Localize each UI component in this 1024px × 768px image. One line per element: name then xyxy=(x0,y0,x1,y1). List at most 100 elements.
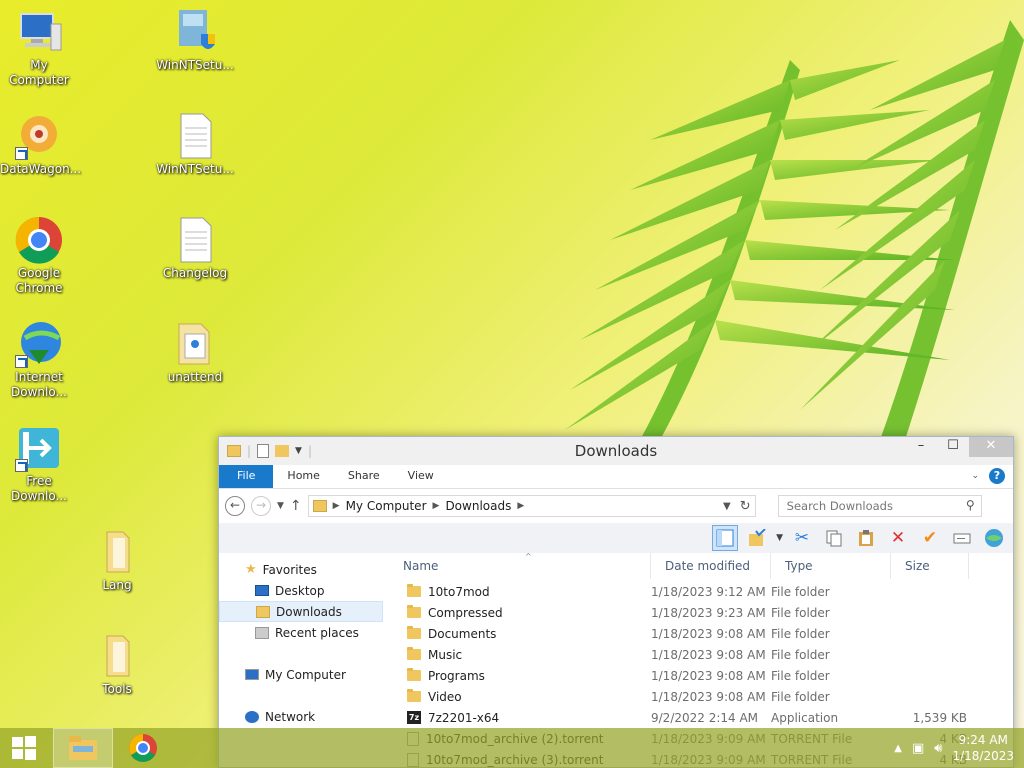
taskbar-chrome[interactable] xyxy=(113,728,173,768)
volume-icon[interactable]: 🔊︎ xyxy=(934,741,942,756)
desktop-icon-winntsetup-exe[interactable]: WinNTSetu... xyxy=(156,8,234,73)
folder-app-icon[interactable] xyxy=(227,445,241,457)
command-toolbar: ▼ ✂ ✕ ✔ xyxy=(219,523,1013,553)
tab-share[interactable]: Share xyxy=(334,465,394,488)
computer-icon xyxy=(15,8,63,56)
expand-ribbon-icon[interactable]: ⌄ xyxy=(971,471,979,481)
file-type: File folder xyxy=(771,605,830,620)
desktop-icon-label: WinNTSetu... xyxy=(156,58,234,72)
file-row[interactable]: Programs 1/18/2023 9:08 AM File folder xyxy=(389,665,1013,686)
file-row[interactable]: Documents 1/18/2023 9:08 AM File folder xyxy=(389,623,1013,644)
folder-icon xyxy=(93,632,141,680)
nav-desktop[interactable]: Desktop xyxy=(219,580,389,601)
file-row[interactable]: Compressed 1/18/2023 9:23 AM File folder xyxy=(389,602,1013,623)
address-bar[interactable]: ▶ My Computer ▶ Downloads ▶ ▼ ↻ xyxy=(307,495,756,517)
network-tray-icon[interactable]: ▣ xyxy=(912,741,924,756)
minimize-button[interactable]: – xyxy=(905,437,937,457)
file-type: File folder xyxy=(771,689,830,704)
up-button[interactable]: ↑ xyxy=(290,498,302,514)
breadcrumb-separator[interactable]: ▶ xyxy=(433,501,440,511)
desktop-icon-unattend[interactable]: unattend xyxy=(156,320,234,385)
globe-button[interactable] xyxy=(981,525,1007,551)
paste-button[interactable] xyxy=(853,525,879,551)
file-date: 1/18/2023 9:08 AM xyxy=(651,689,766,704)
desktop-icon-changelog[interactable]: Changelog xyxy=(156,216,234,281)
desktop-icon-label: Google Chrome xyxy=(15,266,63,295)
new-folder-icon[interactable] xyxy=(275,445,290,457)
file-row[interactable]: Video 1/18/2023 9:08 AM File folder xyxy=(389,686,1013,707)
nav-my-computer[interactable]: My Computer xyxy=(219,664,389,685)
file-date: 9/2/2022 2:14 AM xyxy=(651,710,759,725)
quick-access-toolbar: | ▼ | xyxy=(219,444,312,458)
delete-button[interactable]: ✕ xyxy=(885,525,911,551)
desktop-icon-label: Tools xyxy=(102,682,132,696)
folder-icon xyxy=(407,689,421,702)
nav-network[interactable]: Network xyxy=(219,706,389,727)
recent-locations-icon[interactable]: ▼ xyxy=(277,501,284,511)
nav-recent-places[interactable]: Recent places xyxy=(219,622,389,643)
start-button[interactable] xyxy=(0,728,48,768)
copy-button[interactable] xyxy=(821,525,847,551)
clock[interactable]: 9:24 AM 1/18/2023 xyxy=(952,732,1014,764)
breadcrumb-separator[interactable]: ▶ xyxy=(517,501,524,511)
file-type: File folder xyxy=(771,668,830,683)
breadcrumb-separator[interactable]: ▶ xyxy=(333,501,340,511)
file-type: Application xyxy=(771,710,839,725)
column-header-date[interactable]: Date modified xyxy=(651,553,771,579)
show-hidden-icons[interactable]: ▲ xyxy=(894,743,902,754)
desktop-icon-free-download-manager[interactable]: Free Downlo... xyxy=(0,424,78,504)
properties-icon[interactable] xyxy=(257,444,270,458)
search-icon[interactable]: ⚲ xyxy=(966,498,975,512)
tab-file[interactable]: File xyxy=(219,465,274,488)
column-header-name[interactable]: Name ^ xyxy=(389,552,651,579)
file-row[interactable]: 7z 7z2201-x64 9/2/2022 2:14 AM Application 1… xyxy=(389,707,1013,728)
nav-favorites[interactable]: ★ Favorites xyxy=(219,559,389,580)
file-name: 10to7mod xyxy=(428,584,490,599)
search-input[interactable]: Search Downloads ⚲ xyxy=(777,495,982,517)
maximize-button[interactable]: ☐ xyxy=(937,437,969,457)
nav-downloads[interactable]: Downloads xyxy=(219,601,383,622)
column-header-size[interactable]: Size xyxy=(891,553,969,579)
column-header-type[interactable]: Type xyxy=(771,553,891,579)
file-row[interactable]: 10to7mod 1/18/2023 9:12 AM File folder xyxy=(389,581,1013,602)
desktop-folder-icon xyxy=(255,585,269,596)
cut-button[interactable]: ✂ xyxy=(789,525,815,551)
recent-places-icon xyxy=(255,626,269,639)
desktop-icon-internet-download-manager[interactable]: Internet Downlo... xyxy=(0,320,78,400)
forward-button[interactable]: → xyxy=(251,496,271,516)
desktop-icon-label: DataWagon... xyxy=(0,162,82,176)
back-button[interactable]: ← xyxy=(225,496,245,516)
column-headers: Name ^ Date modified Type Size xyxy=(389,552,1013,579)
file-type: File folder xyxy=(771,647,830,662)
breadcrumb-downloads[interactable]: Downloads xyxy=(445,499,511,513)
title-bar[interactable]: | ▼ | Downloads – ☐ ✕ xyxy=(219,437,1013,465)
nav-desktop-label: Desktop xyxy=(275,583,325,598)
customize-qat-icon[interactable]: ▼ xyxy=(295,446,302,456)
file-row[interactable]: Music 1/18/2023 9:08 AM File folder xyxy=(389,644,1013,665)
desktop-icon-chrome[interactable]: Google Chrome xyxy=(0,216,78,296)
desktop-icon-lang[interactable]: Lang xyxy=(78,528,156,593)
tab-home[interactable]: Home xyxy=(273,465,333,488)
refresh-icon[interactable]: ↻ xyxy=(740,499,751,514)
chrome-icon xyxy=(15,216,63,264)
preview-pane-button[interactable] xyxy=(712,525,739,551)
taskbar-file-explorer[interactable] xyxy=(53,728,113,768)
folder-icon xyxy=(93,528,141,576)
desktop-icon-my-computer[interactable]: My Computer xyxy=(0,8,78,88)
help-icon[interactable]: ? xyxy=(989,468,1005,484)
close-button[interactable]: ✕ xyxy=(969,437,1013,457)
select-folder-button[interactable] xyxy=(744,525,770,551)
shortcut-arrow-icon xyxy=(15,459,28,472)
desktop-icon-datawagon[interactable]: DataWagon... xyxy=(0,112,82,177)
nav-downloads-label: Downloads xyxy=(276,604,342,619)
tab-view[interactable]: View xyxy=(394,465,448,488)
downloads-folder-icon xyxy=(312,500,327,512)
address-dropdown-icon[interactable]: ▼ xyxy=(723,501,731,512)
rename-button[interactable] xyxy=(949,525,975,551)
desktop-icon-tools[interactable]: Tools xyxy=(78,632,156,697)
breadcrumb-my-computer[interactable]: My Computer xyxy=(346,499,427,513)
desktop-icon-winntsetup-doc[interactable]: WinNTSetu... xyxy=(156,112,234,177)
select-dropdown-icon[interactable]: ▼ xyxy=(776,533,783,543)
apply-button[interactable]: ✔ xyxy=(917,525,943,551)
text-document-icon xyxy=(171,216,219,264)
